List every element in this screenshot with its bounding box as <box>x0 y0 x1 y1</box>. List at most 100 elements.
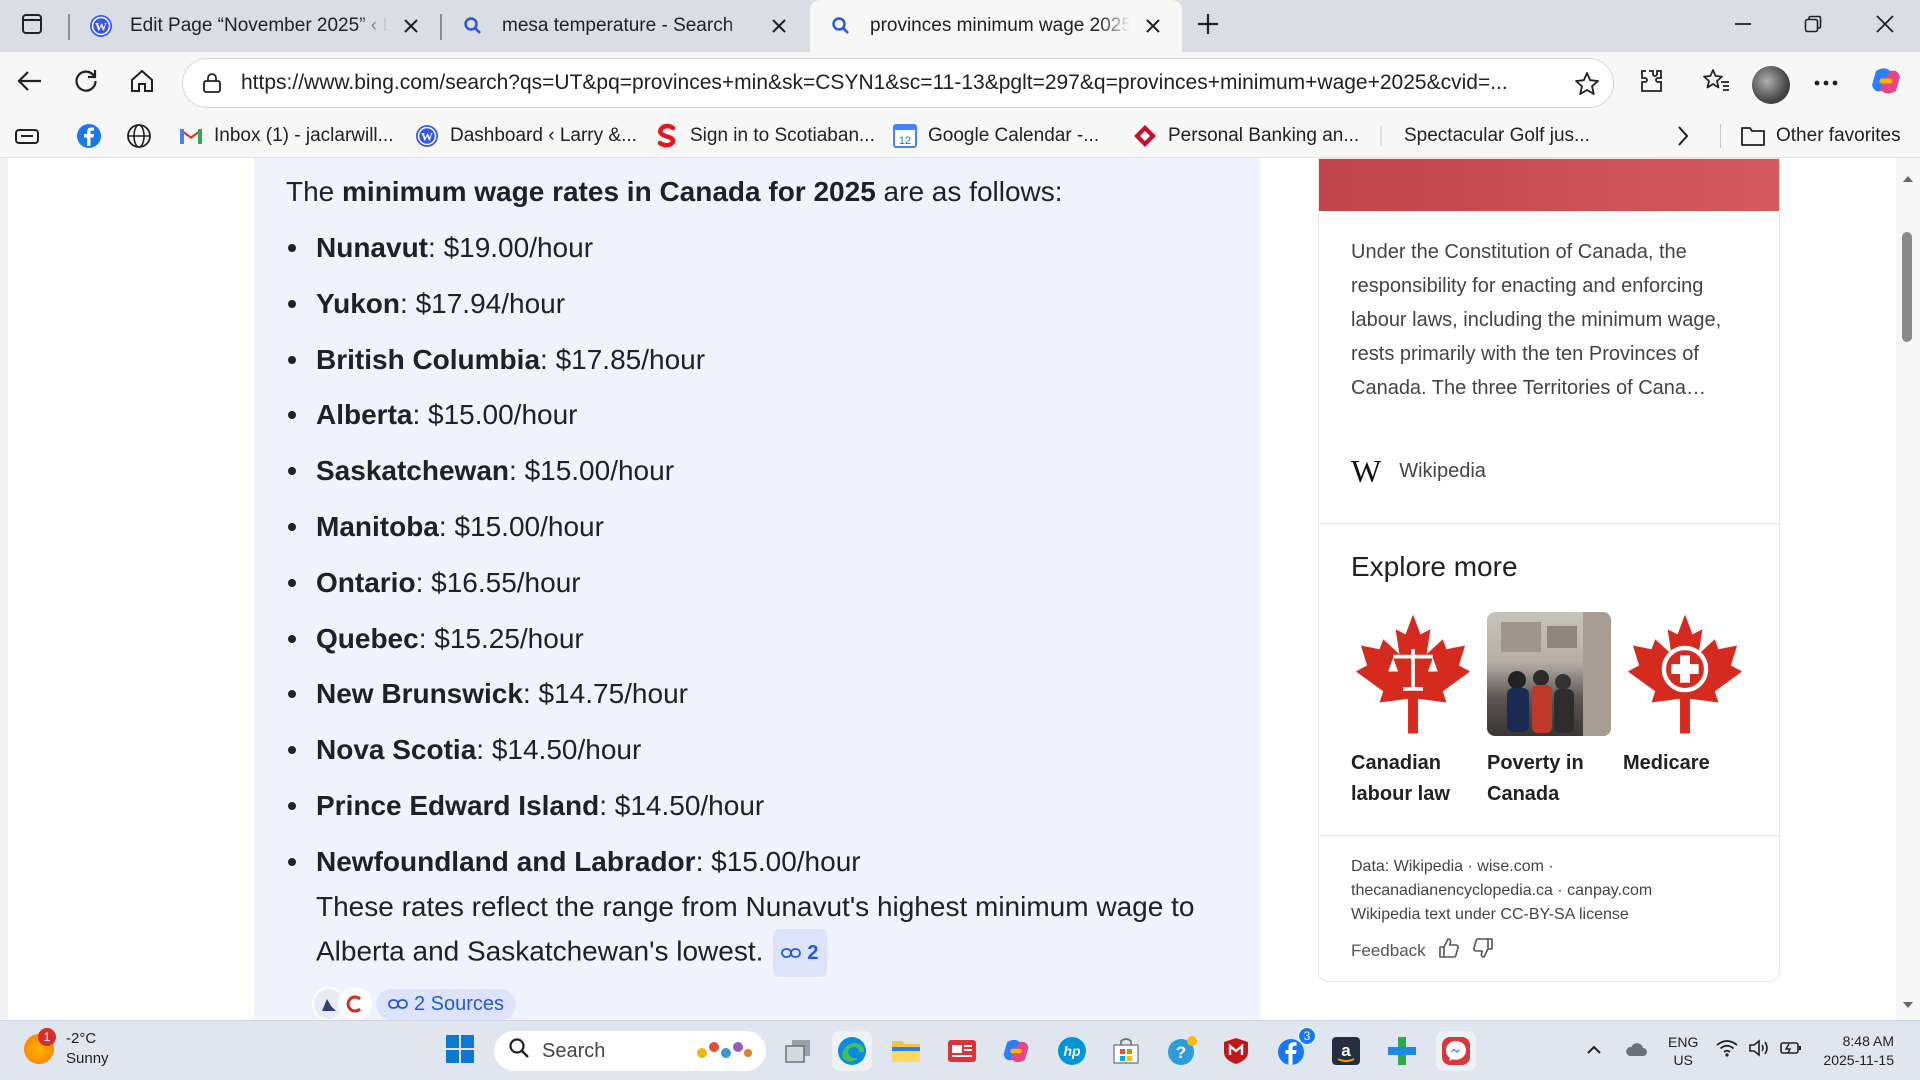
list-item: Quebec: $15.25/hour <box>278 619 861 675</box>
favorites-button[interactable] <box>1692 59 1740 107</box>
microsoft-store-icon[interactable] <box>1106 1031 1146 1071</box>
feedback-label[interactable]: Feedback <box>1351 941 1426 961</box>
other-favorites-button[interactable]: Other favorites <box>1740 114 1901 158</box>
weather-widget[interactable]: 1 -2°C Sunny <box>24 1028 109 1069</box>
news-icon[interactable] <box>942 1031 982 1071</box>
copilot-answer-card: The minimum wage rates in Canada for 202… <box>254 158 1260 1020</box>
profile-avatar[interactable] <box>1752 66 1790 104</box>
taskbar-search[interactable]: Search <box>494 1031 766 1071</box>
page-scrollbar[interactable] <box>1896 158 1920 1020</box>
province-name: Manitoba <box>316 510 439 542</box>
list-item: Saskatchewan: $15.00/hour <box>278 451 861 507</box>
wage-rate: $15.00/hour <box>454 510 604 542</box>
home-button[interactable] <box>118 59 166 107</box>
favorite-google-calendar[interactable]: 12 Google Calendar -... <box>892 114 1099 158</box>
hp-icon[interactable]: hp <box>1052 1031 1092 1071</box>
volume-icon[interactable] <box>1748 1039 1770 1062</box>
favorite-personal-banking[interactable]: Personal Banking an... <box>1132 114 1359 158</box>
temperature: -2°C <box>66 1030 97 1047</box>
intro-bold: minimum wage rates in Canada for 2025 <box>342 176 876 207</box>
tab-edit-page[interactable]: W Edit Page “November 2025” ‹ Larry <box>70 0 440 52</box>
task-view-icon[interactable] <box>778 1031 818 1071</box>
favorite-scotiabank[interactable]: Sign in to Scotiaban... <box>654 114 875 158</box>
tab-mesa-temperature[interactable]: mesa temperature - Search <box>442 0 808 52</box>
edge-icon[interactable] <box>832 1031 872 1071</box>
sources-button[interactable]: 2 Sources <box>376 988 517 1020</box>
clock-date: 2025-11-15 <box>1823 1052 1894 1068</box>
close-icon[interactable] <box>1140 13 1166 39</box>
thumbs-down-icon[interactable] <box>1472 937 1494 964</box>
extensions-button[interactable] <box>1628 59 1676 107</box>
system-clock[interactable]: 8:48 AM 2025-11-15 <box>1806 1032 1894 1070</box>
language-code: ENG <box>1668 1034 1699 1050</box>
province-name: New Brunswick <box>316 678 523 710</box>
tab-actions-button[interactable] <box>8 2 56 50</box>
bing-search-icon <box>460 13 486 39</box>
mcafee-icon[interactable] <box>1216 1031 1256 1071</box>
puzzle-icon <box>1639 68 1665 99</box>
copilot-button[interactable] <box>1862 59 1910 107</box>
pinned-app-icon[interactable] <box>1382 1031 1422 1071</box>
sources-row[interactable]: 2 Sources <box>312 984 517 1020</box>
sun-icon: 1 <box>24 1028 56 1064</box>
close-window-button[interactable] <box>1850 0 1920 52</box>
wordpress-icon: W <box>414 123 440 149</box>
close-icon[interactable] <box>398 13 424 39</box>
battery-icon[interactable] <box>1780 1039 1802 1062</box>
site-info-icon[interactable] <box>195 72 229 94</box>
messenger-icon[interactable] <box>1436 1031 1476 1071</box>
explore-more-title: Explore more <box>1351 551 1518 582</box>
globe-favorite[interactable] <box>126 114 162 158</box>
scrollbar-thumb[interactable] <box>1902 232 1912 342</box>
cloud-icon[interactable] <box>1624 1041 1648 1062</box>
favorites-list-icon <box>1702 68 1730 99</box>
address-bar[interactable]: https://www.bing.com/search?qs=UT&pq=pro… <box>182 58 1614 108</box>
file-explorer-icon[interactable] <box>886 1031 926 1071</box>
new-tab-button[interactable] <box>1184 2 1232 50</box>
facebook-favorite[interactable] <box>76 114 112 158</box>
chevron-up-icon[interactable] <box>1586 1042 1602 1060</box>
windows-logo-icon <box>445 1034 475 1069</box>
explore-item-medicare[interactable]: Medicare <box>1623 612 1747 779</box>
list-item: British Columbia: $17.85/hour <box>278 340 861 396</box>
explore-item-poverty-in-canada[interactable]: Poverty in Canada <box>1487 612 1611 810</box>
favorite-dashboard[interactable]: W Dashboard ‹ Larry &... <box>414 114 637 158</box>
language-indicator[interactable]: ENG US <box>1668 1033 1698 1069</box>
list-item: Prince Edward Island: $14.50/hour <box>278 786 861 842</box>
minimize-button[interactable] <box>1708 0 1778 52</box>
tab-title: mesa temperature - Search <box>502 15 734 36</box>
favorite-inbox[interactable]: Inbox (1) - jaclarwill... <box>178 114 394 158</box>
favorite-star-icon[interactable] <box>1571 68 1603 100</box>
scroll-down-icon[interactable] <box>1902 996 1914 1014</box>
wifi-icon[interactable] <box>1716 1039 1738 1062</box>
refresh-button[interactable] <box>62 59 110 107</box>
plus-icon <box>1196 12 1220 41</box>
feedback-row: Feedback <box>1351 937 1494 964</box>
get-help-icon[interactable]: ? <box>1162 1031 1202 1071</box>
wage-rate: $15.00/hour <box>428 399 578 431</box>
start-button[interactable] <box>440 1031 480 1071</box>
scroll-up-icon[interactable] <box>1902 170 1914 188</box>
citation-count: 2 <box>807 942 819 964</box>
list-item: Alberta: $15.00/hour <box>278 395 861 451</box>
copilot-app-icon[interactable] <box>996 1031 1036 1071</box>
citation-button[interactable]: 2 <box>773 929 827 977</box>
close-icon[interactable] <box>766 13 792 39</box>
refresh-icon <box>73 68 99 99</box>
explore-label: Poverty in Canada <box>1487 752 1584 805</box>
province-name: Saskatchewan <box>316 455 509 487</box>
restore-button[interactable] <box>1778 0 1848 52</box>
thumbs-up-icon[interactable] <box>1438 937 1460 964</box>
collections-button[interactable] <box>14 114 50 158</box>
back-button[interactable] <box>6 59 54 107</box>
wiki-source-link[interactable]: W Wikipedia <box>1351 453 1486 490</box>
favorite-golf[interactable]: Spectacular Golf jus... <box>1368 114 1590 158</box>
province-name: Ontario <box>316 566 416 598</box>
amazon-icon[interactable]: a <box>1326 1031 1366 1071</box>
tab-provinces-minimum-wage[interactable]: provinces minimum wage 2025 - Search <box>810 0 1182 52</box>
more-options-button[interactable] <box>1802 59 1850 107</box>
explore-item-canadian-labour-law[interactable]: Canadian labour law <box>1351 612 1475 810</box>
favorites-overflow-button[interactable] <box>1670 114 1706 158</box>
facebook-app-icon[interactable]: 3 <box>1272 1027 1316 1071</box>
url-text[interactable]: https://www.bing.com/search?qs=UT&pq=pro… <box>241 71 1561 95</box>
